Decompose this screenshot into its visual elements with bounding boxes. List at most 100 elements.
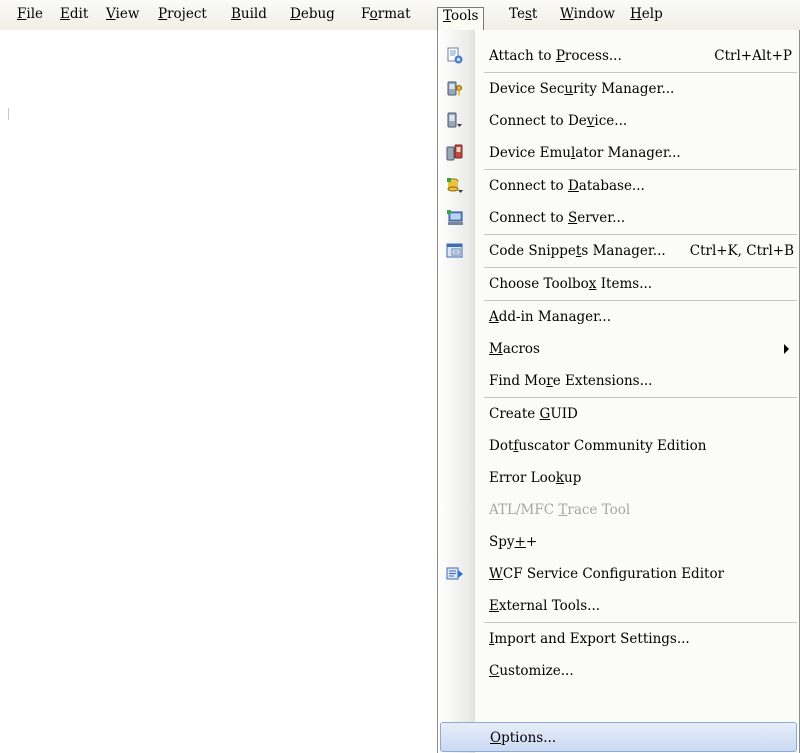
menu-label-post: iew: [115, 6, 140, 22]
label-pre: Error Loo: [489, 470, 556, 486]
label-mnemonic: +: [514, 534, 526, 550]
menu-bar: File Edit View Project Build Debug Forma…: [0, 0, 800, 30]
label-pre: Connect to De: [489, 113, 587, 129]
menu-item-label: Device Security Manager...: [489, 73, 674, 105]
menu-label-post: t: [531, 6, 538, 22]
label-mnemonic: O: [490, 730, 502, 746]
menu-item-dotfuscator[interactable]: Dotfuscator Community Edition: [438, 430, 799, 462]
code-snippets-icon: [446, 243, 463, 258]
menu-item-label: Connect to Server...: [489, 202, 625, 234]
label-post: ustomize...: [499, 663, 574, 679]
menu-view[interactable]: View: [101, 5, 144, 26]
menu-label-post: elp: [641, 6, 663, 22]
label-post: up: [564, 470, 582, 486]
menu-item-attach-to-process[interactable]: Attach to Process... Ctrl+Alt+P: [438, 40, 799, 72]
menu-item-error-lookup[interactable]: Error Lookup: [438, 462, 799, 494]
label-mnemonic: W: [489, 566, 503, 582]
connect-server-icon: [447, 210, 463, 225]
menu-build[interactable]: Build: [226, 5, 272, 26]
label-mnemonic: M: [489, 341, 503, 357]
menu-mnemonic: E: [60, 6, 70, 22]
menu-debug[interactable]: Debug: [285, 5, 340, 26]
menu-mnemonic: T: [443, 8, 451, 24]
label-mnemonic: G: [539, 406, 551, 422]
menu-mnemonic: s: [524, 6, 532, 22]
menu-item-create-guid[interactable]: Create GUID: [438, 398, 799, 430]
menu-item-connect-to-database[interactable]: Connect to Database...: [438, 170, 799, 202]
menu-item-connect-to-server[interactable]: Connect to Server...: [438, 202, 799, 234]
label-post: uscator Community Edition: [518, 438, 707, 454]
label-pre: Create: [489, 406, 540, 422]
menu-test[interactable]: Test: [504, 5, 542, 26]
menu-item-label: Import and Export Settings...: [489, 623, 690, 655]
menu-mnemonic: W: [560, 6, 574, 22]
menu-item-connect-to-device[interactable]: Connect to Device...: [438, 105, 799, 137]
menu-item-label: ATL/MFC Trace Tool: [489, 494, 630, 526]
menu-item-label: Error Lookup: [489, 462, 581, 494]
label-mnemonic: C: [489, 663, 500, 679]
label-post: dd-in Manager...: [498, 309, 611, 325]
menu-label-post: indow: [573, 6, 615, 22]
menu-item-code-snippets-manager[interactable]: Code Snippets Manager... Ctrl+K, Ctrl+B: [438, 235, 799, 267]
menu-file[interactable]: File: [12, 5, 48, 26]
menu-item-choose-toolbox-items[interactable]: Choose Toolbox Items...: [438, 268, 799, 300]
menu-item-label: Create GUID: [489, 398, 578, 430]
label-mnemonic: S: [567, 210, 578, 226]
device-emulator-icon: [446, 144, 463, 161]
menu-item-add-in-manager[interactable]: Add-in Manager...: [438, 301, 799, 333]
menu-item-find-more-extensions[interactable]: Find More Extensions...: [438, 365, 799, 397]
menu-label-post: uild: [240, 6, 267, 22]
menu-item-wcf-service-configuration-editor[interactable]: WCF Service Configuration Editor: [438, 558, 799, 590]
menu-item-options[interactable]: Options...: [440, 722, 797, 752]
label-pre: Find Mo: [489, 373, 547, 389]
menu-help[interactable]: Help: [625, 5, 668, 26]
label-post: ptions...: [501, 730, 557, 746]
menu-item-label: External Tools...: [489, 590, 600, 622]
menu-edit[interactable]: Edit: [55, 5, 93, 26]
label-pre: Attach to: [489, 48, 556, 64]
label-pre: Dot: [489, 438, 514, 454]
connect-device-icon: [447, 112, 462, 128]
menu-item-label: Dotfuscator Community Edition: [489, 430, 706, 462]
menu-item-device-security-manager[interactable]: Device Security Manager...: [438, 73, 799, 105]
label-mnemonic: P: [555, 48, 565, 64]
menu-item-external-tools[interactable]: External Tools...: [438, 590, 799, 622]
menu-item-label: Add-in Manager...: [489, 301, 611, 333]
menu-item-import-export-settings[interactable]: Import and Export Settings...: [438, 623, 799, 655]
label-mnemonic: k: [555, 470, 565, 486]
label-post: CF Service Configuration Editor: [502, 566, 725, 582]
connect-database-icon: [447, 178, 463, 193]
menu-item-label: Attach to Process...: [489, 40, 622, 72]
label-pre: Device Sec: [489, 81, 565, 97]
label-mnemonic: A: [489, 309, 499, 325]
menu-item-shortcut: Ctrl+K, Ctrl+B: [689, 243, 794, 259]
menu-project[interactable]: Project: [153, 5, 212, 26]
label-pre: ATL/MFC: [489, 502, 559, 518]
menu-item-label: Customize...: [489, 655, 574, 687]
menu-item-label: Options...: [490, 723, 556, 753]
menu-item-macros[interactable]: Macros: [438, 333, 799, 365]
menu-mnemonic: H: [630, 6, 642, 22]
menu-mnemonic: D: [290, 6, 301, 22]
menu-item-device-emulator-manager[interactable]: Device Emulator Manager...: [438, 137, 799, 169]
menu-item-label: Connect to Database...: [489, 170, 645, 202]
menu-item-shortcut: Ctrl+Alt+P: [714, 48, 792, 64]
label-post: atabase...: [578, 178, 645, 194]
menu-format[interactable]: Format: [356, 5, 416, 26]
label-mnemonic: D: [567, 178, 579, 194]
menu-item-customize[interactable]: Customize...: [438, 655, 799, 687]
label-mnemonic: u: [564, 81, 574, 97]
label-post: ator Manager...: [575, 145, 681, 161]
menu-label-post: ools: [450, 8, 479, 24]
label-post: UID: [550, 406, 578, 422]
device-security-icon: [447, 81, 462, 96]
label-mnemonic: E: [489, 598, 499, 614]
menu-tools[interactable]: Tools: [437, 7, 485, 30]
label-post: erver...: [577, 210, 626, 226]
menu-window[interactable]: Window: [555, 5, 620, 26]
menu-label-post: dit: [69, 6, 89, 22]
menu-item-label: Choose Toolbox Items...: [489, 268, 652, 300]
menu-item-spy-plus-plus[interactable]: Spy++: [438, 526, 799, 558]
label-post: e Extensions...: [552, 373, 653, 389]
menu-item-label: WCF Service Configuration Editor: [489, 558, 724, 590]
